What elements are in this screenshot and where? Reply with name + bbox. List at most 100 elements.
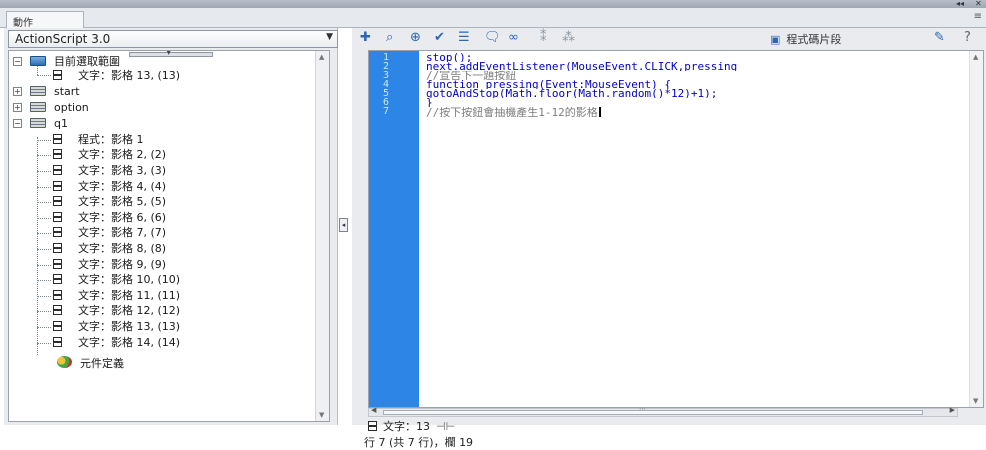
tree-node-scene-option[interactable]: + option	[13, 101, 89, 115]
code-editor[interactable]: 1 2 3 4 5 6 7 stop(); next.addEventListe…	[368, 50, 984, 408]
editor-vertical-scrollbar[interactable]: ▲ ▼	[969, 51, 983, 407]
scroll-down-icon[interactable]: ▼	[319, 411, 324, 419]
tree-connector	[37, 233, 51, 234]
script-editor-pane: ✚ ⌕ ⊕ ✔ ☰ 🗨 ∞ ⁑ ⁂ ▣ 程式碼片段 ✎ ? 1 2 3 4 5 6…	[352, 28, 986, 449]
tree-connector	[37, 187, 51, 188]
script-frame-icon	[53, 227, 62, 237]
tree-node-frame[interactable]: 程式：影格 1	[53, 133, 144, 147]
scroll-right-icon[interactable]: ▶	[950, 406, 955, 414]
code-line[interactable]: stop();	[426, 53, 966, 62]
script-tab[interactable]: 文字：13 ⊣⊢	[368, 418, 455, 434]
script-version-select[interactable]: ActionScript 3.0 ▼	[8, 30, 338, 48]
add-statement-icon[interactable]: ✚	[360, 30, 371, 46]
collapse-between-braces-icon[interactable]: ⁑	[540, 30, 547, 46]
tree-node-frame[interactable]: 文字：影格 12, (12)	[53, 304, 180, 318]
line-number-gutter: 1 2 3 4 5 6 7	[369, 51, 419, 407]
code-comment-line[interactable]: //宣告下一題按鈕	[426, 71, 966, 80]
close-icon[interactable]: ✕	[975, 0, 982, 8]
current-selection-icon	[30, 56, 46, 66]
insert-target-path-icon[interactable]: ⊕	[410, 30, 421, 46]
auto-format-icon[interactable]: ☰	[458, 30, 470, 46]
tree-node-frame[interactable]: 文字：影格 3, (3)	[53, 164, 166, 178]
scroll-up-icon[interactable]: ▲	[973, 53, 978, 61]
code-line[interactable]: next.addEventListener(MouseEvent.CLICK,p…	[426, 62, 966, 71]
find-icon[interactable]: ⌕	[386, 30, 393, 46]
scrollbar-thumb[interactable]	[383, 410, 923, 415]
code-snippets-icon: ▣	[770, 33, 781, 46]
tree-node-frame[interactable]: 文字：影格 9, (9)	[53, 258, 166, 272]
tree-connector	[37, 265, 51, 266]
script-frame-icon	[53, 337, 62, 347]
tree-node-frame[interactable]: 文字：影格 4, (4)	[53, 180, 166, 194]
script-frame-icon	[53, 181, 62, 191]
panel-menu-icon[interactable]: ≡	[974, 11, 982, 22]
tree-node-frame[interactable]: 文字：影格 6, (6)	[53, 211, 166, 225]
components-icon	[57, 356, 72, 368]
scroll-down-icon[interactable]: ▼	[973, 397, 978, 405]
code-hint-icon[interactable]: 🗨	[484, 30, 501, 46]
debug-options-icon[interactable]: ∞	[508, 30, 519, 46]
tree-connector	[37, 155, 51, 156]
tree-connector	[37, 202, 51, 203]
assistant-wand-icon[interactable]: ✎	[934, 30, 945, 46]
collapse-toggle-icon[interactable]: −	[13, 119, 22, 128]
scroll-left-icon[interactable]: ◀	[371, 406, 376, 414]
tree-connector	[37, 327, 51, 328]
tree-node-frame[interactable]: 文字：影格 7, (7)	[53, 226, 166, 240]
editor-horizontal-scrollbar[interactable]: ◀ ⋯ ▶	[368, 405, 958, 417]
line-number: 7	[383, 106, 390, 117]
tree-connector	[37, 343, 51, 344]
code-line[interactable]: function pressing(Event:MouseEvent) {	[426, 80, 966, 89]
script-frame-icon	[53, 212, 62, 222]
title-bar: ◂◂ ✕	[0, 0, 986, 8]
tree-node-frame[interactable]: 文字：影格 2, (2)	[53, 148, 166, 162]
tree-connector	[37, 280, 51, 281]
scroll-up-icon[interactable]: ▲	[319, 53, 324, 61]
scene-icon	[30, 102, 46, 112]
tree-connector	[37, 171, 51, 172]
collapse-navigator-icon[interactable]: ◂	[339, 218, 348, 232]
tree-node-frame[interactable]: 文字：影格 10, (10)	[53, 273, 180, 287]
chevron-down-icon: ▼	[326, 32, 333, 42]
tree-node-scene-start[interactable]: + start	[13, 85, 80, 99]
collapse-toggle-icon[interactable]: −	[13, 57, 22, 66]
script-frame-icon	[53, 290, 62, 300]
code-comment-line[interactable]: //按下按鈕會抽機產生1-12的影格	[426, 107, 966, 117]
script-frame-icon	[53, 70, 62, 80]
tree-node-frame[interactable]: 文字：影格 11, (11)	[53, 289, 180, 303]
tree-splitter-handle[interactable]: ▼	[129, 51, 213, 57]
tree-connector	[37, 249, 51, 250]
tab-actions[interactable]: 動作	[6, 11, 84, 29]
tree-node-frame[interactable]: 文字：影格 14, (14)	[53, 336, 180, 350]
code-line[interactable]: gotoAndStop(Math.floor(Math.random()*12)…	[426, 89, 966, 98]
expand-toggle-icon[interactable]: +	[13, 103, 22, 112]
script-frame-icon	[53, 321, 62, 331]
pin-script-icon[interactable]: ⊣⊢	[436, 420, 455, 433]
script-frame-icon	[53, 165, 62, 175]
tree-node-frame[interactable]: 文字：影格 8, (8)	[53, 242, 166, 256]
tree-connector	[37, 140, 51, 141]
code-line[interactable]: }	[426, 98, 966, 107]
tree-connector	[37, 75, 51, 76]
code-snippets-button[interactable]: ▣ 程式碼片段	[770, 31, 841, 47]
script-frame-icon	[53, 274, 62, 284]
help-icon[interactable]: ?	[964, 30, 971, 46]
tree-scrollbar[interactable]: ▲ ▼	[315, 51, 329, 421]
tree-connector	[37, 311, 51, 312]
collapse-icon[interactable]: ◂◂	[956, 0, 964, 8]
script-frame-icon	[53, 149, 62, 159]
collapse-selection-icon[interactable]: ⁂	[562, 30, 575, 46]
check-syntax-icon[interactable]: ✔	[434, 30, 445, 46]
expand-toggle-icon[interactable]: +	[13, 87, 22, 96]
tree-connector	[37, 137, 38, 355]
tree-node-frame[interactable]: 文字：影格 5, (5)	[53, 195, 166, 209]
tree-node-component-definitions[interactable]: 元件定義	[57, 356, 124, 370]
script-frame-icon	[53, 305, 62, 315]
scrollbar-grip-icon: ⋯	[639, 405, 646, 413]
editor-toolbar: ✚ ⌕ ⊕ ✔ ☰ 🗨 ∞ ⁑ ⁂ ▣ 程式碼片段 ✎ ?	[352, 28, 986, 48]
tree-node-scene-q1[interactable]: − q1	[13, 117, 68, 131]
tree-node-current-frame[interactable]: 文字：影格 13, (13)	[53, 69, 180, 83]
tree-node-current-selection[interactable]: − 目前選取範圍	[13, 55, 120, 69]
script-frame-icon	[53, 196, 62, 206]
tree-node-frame[interactable]: 文字：影格 13, (13)	[53, 320, 180, 334]
